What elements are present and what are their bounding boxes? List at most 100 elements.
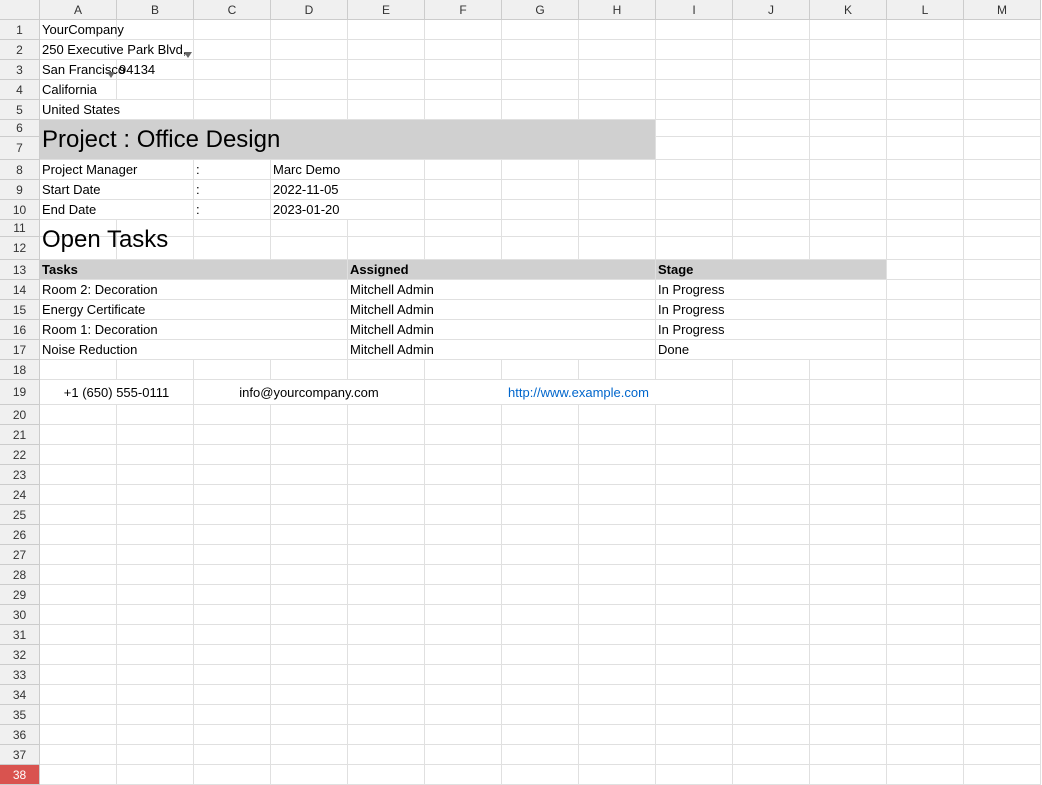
cell[interactable]	[810, 665, 887, 685]
cell[interactable]	[40, 525, 117, 545]
cell[interactable]	[502, 745, 579, 765]
row-header-30[interactable]: 30	[0, 605, 40, 625]
cell[interactable]	[502, 705, 579, 725]
cell[interactable]	[733, 20, 810, 40]
cell[interactable]	[964, 765, 1041, 785]
cell[interactable]	[502, 60, 579, 80]
cell[interactable]	[733, 605, 810, 625]
cell[interactable]	[887, 100, 964, 120]
cell[interactable]	[425, 180, 502, 200]
row-header-35[interactable]: 35	[0, 705, 40, 725]
cell[interactable]	[579, 585, 656, 605]
row-header-3[interactable]: 3	[0, 60, 40, 80]
cell[interactable]	[810, 505, 887, 525]
cell[interactable]	[348, 485, 425, 505]
cell[interactable]	[194, 765, 271, 785]
col-header-A[interactable]: A	[40, 0, 117, 20]
row-header-12[interactable]: 12	[0, 237, 40, 260]
end-label[interactable]: End Date	[40, 200, 194, 220]
cell[interactable]	[502, 465, 579, 485]
cell[interactable]	[40, 745, 117, 765]
cell[interactable]	[502, 505, 579, 525]
cell[interactable]	[117, 465, 194, 485]
cell[interactable]	[964, 545, 1041, 565]
row-header-21[interactable]: 21	[0, 425, 40, 445]
cell[interactable]	[117, 685, 194, 705]
cell[interactable]	[502, 565, 579, 585]
cell[interactable]	[425, 405, 502, 425]
cell[interactable]	[733, 685, 810, 705]
cell[interactable]	[810, 545, 887, 565]
row-header-5[interactable]: 5	[0, 100, 40, 120]
cell[interactable]	[810, 425, 887, 445]
row-header-22[interactable]: 22	[0, 445, 40, 465]
cell[interactable]	[733, 465, 810, 485]
cell[interactable]	[579, 200, 656, 220]
col-header-K[interactable]: K	[810, 0, 887, 20]
task-cell[interactable]: Energy Certificate	[40, 300, 348, 320]
cell[interactable]	[194, 100, 271, 120]
cell[interactable]	[656, 425, 733, 445]
cell[interactable]	[579, 60, 656, 80]
cell[interactable]	[194, 625, 271, 645]
cell[interactable]	[964, 180, 1041, 200]
cell[interactable]	[810, 237, 887, 260]
col-header-E[interactable]: E	[348, 0, 425, 20]
row-header-8[interactable]: 8	[0, 160, 40, 180]
cell[interactable]	[964, 685, 1041, 705]
cell[interactable]	[887, 465, 964, 485]
cell[interactable]	[271, 425, 348, 445]
col-header-G[interactable]: G	[502, 0, 579, 20]
cell[interactable]	[502, 645, 579, 665]
cell[interactable]	[271, 80, 348, 100]
cell[interactable]	[579, 360, 656, 380]
cell[interactable]	[579, 405, 656, 425]
cell[interactable]	[964, 585, 1041, 605]
col-header-I[interactable]: I	[656, 0, 733, 20]
cell[interactable]	[425, 200, 502, 220]
cell[interactable]	[887, 725, 964, 745]
cell[interactable]	[194, 525, 271, 545]
cell[interactable]	[810, 485, 887, 505]
footer-url[interactable]: http://www.example.com	[425, 380, 733, 405]
cell[interactable]	[425, 445, 502, 465]
row-header-26[interactable]: 26	[0, 525, 40, 545]
cell[interactable]	[425, 585, 502, 605]
cell[interactable]	[579, 40, 656, 60]
col-header-J[interactable]: J	[733, 0, 810, 20]
cell[interactable]	[733, 80, 810, 100]
cell[interactable]	[425, 465, 502, 485]
cell[interactable]	[656, 237, 733, 260]
cell[interactable]	[733, 60, 810, 80]
cell[interactable]	[810, 605, 887, 625]
stage-cell[interactable]: In Progress	[656, 320, 887, 340]
cell[interactable]	[733, 565, 810, 585]
cell[interactable]	[194, 745, 271, 765]
row-header-19[interactable]: 19	[0, 380, 40, 405]
cell[interactable]	[502, 585, 579, 605]
cell[interactable]	[887, 360, 964, 380]
cell[interactable]	[194, 705, 271, 725]
cell[interactable]	[194, 445, 271, 465]
cell[interactable]	[579, 625, 656, 645]
cell[interactable]	[502, 525, 579, 545]
cell[interactable]	[656, 565, 733, 585]
cell[interactable]	[810, 585, 887, 605]
col-header-B[interactable]: B	[117, 0, 194, 20]
cell[interactable]	[964, 745, 1041, 765]
cell[interactable]	[656, 100, 733, 120]
cell[interactable]	[271, 525, 348, 545]
cell[interactable]	[810, 725, 887, 745]
cell[interactable]	[810, 180, 887, 200]
cell[interactable]	[425, 40, 502, 60]
cell[interactable]	[40, 685, 117, 705]
cell[interactable]	[502, 485, 579, 505]
cell[interactable]	[502, 445, 579, 465]
cell[interactable]	[810, 765, 887, 785]
cell[interactable]	[887, 180, 964, 200]
cell[interactable]	[579, 100, 656, 120]
cell[interactable]	[425, 20, 502, 40]
cell[interactable]	[887, 645, 964, 665]
cell[interactable]	[502, 200, 579, 220]
cell[interactable]	[348, 525, 425, 545]
